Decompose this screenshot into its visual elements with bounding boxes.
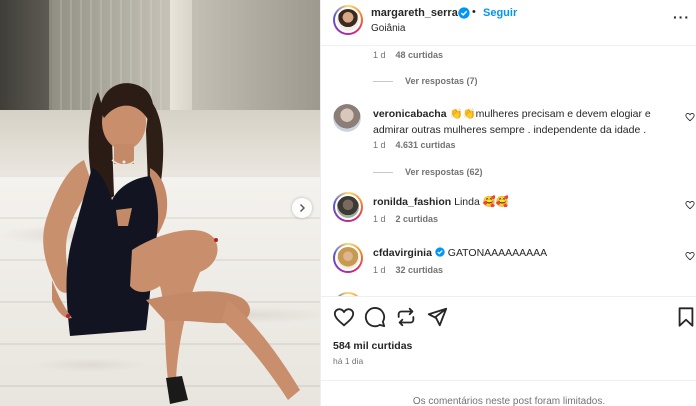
commenter-username[interactable]: cfdavirginia [373,247,432,259]
comment-icon[interactable] [364,306,386,328]
post-actions-bar [321,306,696,330]
post-photo[interactable] [0,0,320,406]
author-avatar[interactable] [333,5,363,35]
comment-time: 1 d [373,50,386,60]
comment-likes[interactable]: 4.631 curtidas [396,140,456,150]
post-location[interactable]: Goiânia [371,23,405,34]
comment-body: veronicabacha 👏👏mulheres precisam e deve… [373,106,673,138]
comment-meta: 1 d 2 curtidas [373,214,438,224]
follow-button[interactable]: Seguir [483,7,517,19]
footer-divider [321,380,696,381]
replies-line [373,171,393,173]
commenter-avatar[interactable] [333,104,361,132]
comment-likes[interactable]: 2 curtidas [396,214,439,224]
commenter-username[interactable]: ronilda_fashion [373,196,451,208]
repost-icon[interactable] [395,306,417,328]
header-separator: • [472,6,476,18]
comments-list[interactable]: 1 d 48 curtidas Ver respostas (7) veroni… [321,46,696,296]
comment-heart-icon[interactable] [685,112,695,122]
comment-meta: 1 d 4.631 curtidas [373,140,456,150]
comment-meta: 1 d 32 curtidas [373,265,443,275]
comment-body: ronilda_fashion Linda 🥰🥰 [373,194,673,210]
likes-count[interactable]: 584 mil curtidas [333,340,412,352]
comment-time: 1 d [373,265,386,275]
view-replies-button[interactable]: Ver respostas (7) [373,76,478,86]
post-header: margareth_serrao • Seguir Goiânia ··· [321,0,696,46]
verified-badge-icon [435,247,445,257]
commenter-avatar[interactable] [333,192,363,222]
comments-limited-notice: Os comentários neste post foram limitado… [412,396,606,406]
author-username[interactable]: margareth_serrao [371,7,465,19]
more-options-icon[interactable]: ··· [673,9,690,25]
view-replies-label: Ver respostas (62) [405,167,483,177]
commenter-avatar[interactable] [333,243,363,273]
post-details-panel: margareth_serrao • Seguir Goiânia ··· 1 … [320,0,696,406]
heart-icon[interactable] [333,306,355,328]
view-replies-label: Ver respostas (7) [405,76,478,86]
comment-time: 1 d [373,140,386,150]
commenter-username[interactable]: veronicabacha [373,108,447,120]
view-replies-button[interactable]: Ver respostas (62) [373,167,483,177]
comment-body: cfdavirginia GATONAAAAAAAAA [373,245,673,261]
actions-divider [321,296,696,297]
comment-emoji: 🥰🥰 [482,196,509,208]
comment-likes[interactable]: 48 curtidas [396,50,444,60]
chevron-right-icon [300,204,305,212]
bookmark-icon[interactable] [675,306,696,328]
comment-emoji: 👏👏 [449,108,476,120]
comment-heart-icon[interactable] [685,251,695,261]
comment-heart-icon[interactable] [685,200,695,210]
comment-likes[interactable]: 32 curtidas [396,265,444,275]
verified-badge-icon [458,7,470,19]
next-photo-button[interactable] [292,198,312,218]
comment-text: Linda [454,196,480,208]
send-icon[interactable] [426,306,448,328]
comment-text: GATONAAAAAAAAA [447,247,548,259]
photo-woman-figure [43,83,300,404]
replies-line [373,80,393,82]
comment-meta: 1 d 48 curtidas [373,50,443,60]
comment-time: 1 d [373,214,386,224]
post-time: há 1 dia [333,356,364,366]
